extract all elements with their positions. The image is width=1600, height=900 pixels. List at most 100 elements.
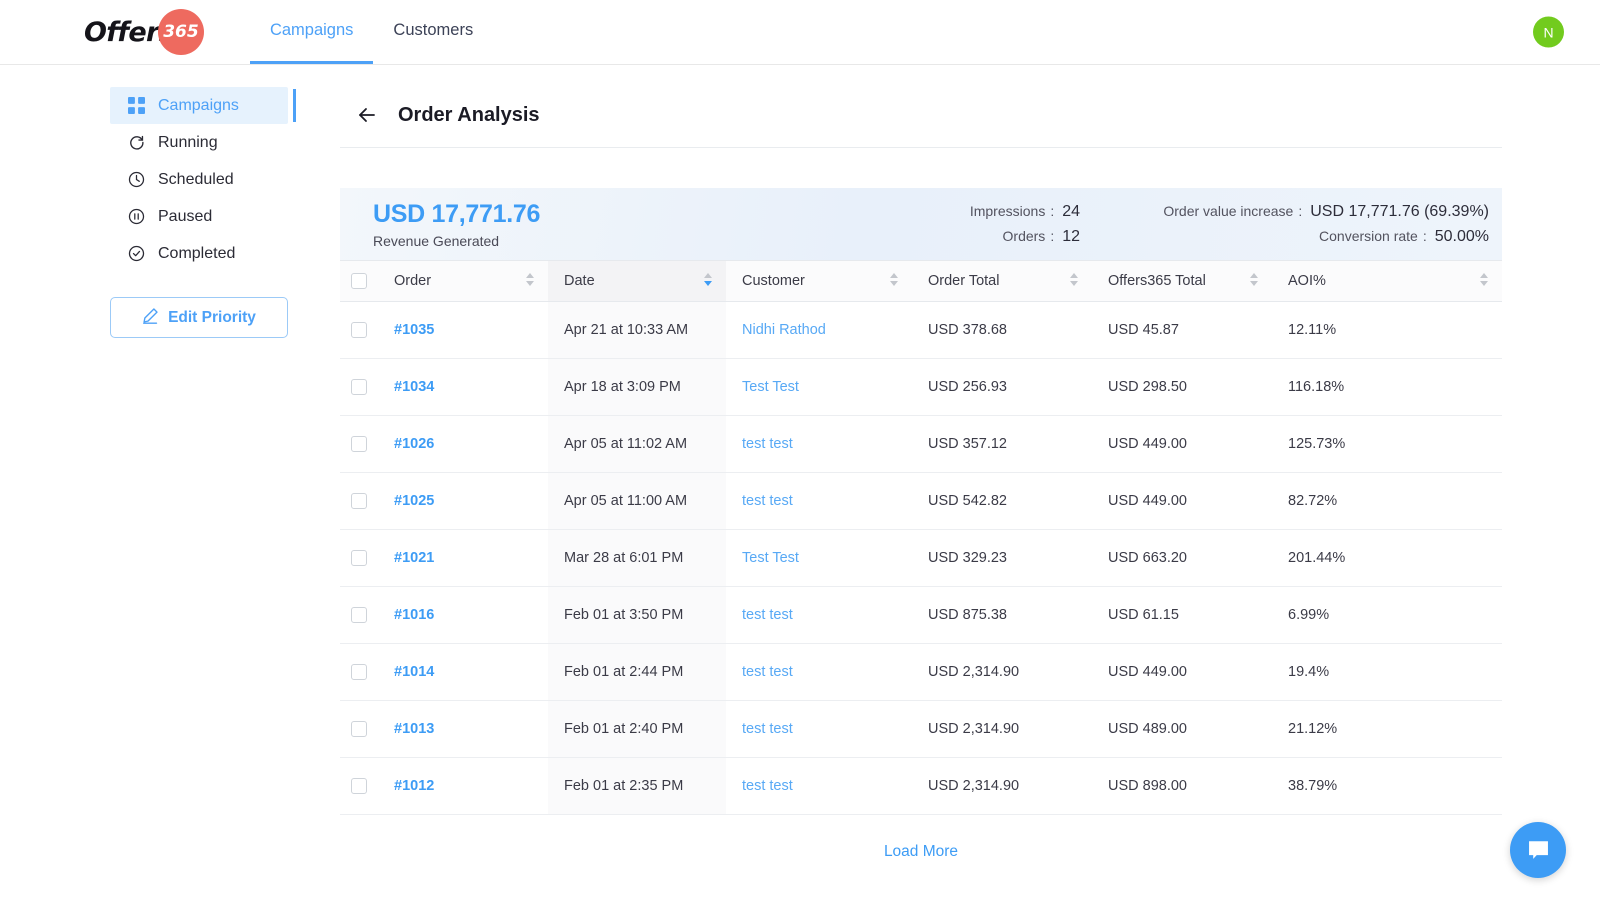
brand-logo[interactable]: Offers 365 [84,0,204,64]
order-link[interactable]: #1025 [394,493,434,509]
cell-order-total: USD 542.82 [912,472,1092,529]
row-select-cell [340,586,378,643]
main-content: Order Analysis USD 17,771.76 Revenue Gen… [340,65,1600,900]
column-header-customer[interactable]: Customer [726,261,912,301]
cell-customer: test test [726,700,912,757]
sidebar-item-campaigns[interactable]: Campaigns [110,87,288,124]
table-row[interactable]: #1035Apr 21 at 10:33 AMNidhi RathodUSD 3… [340,301,1502,358]
sort-toggle-order-total[interactable] [1069,273,1078,289]
sort-toggle-aoi[interactable] [1479,273,1488,289]
row-checkbox[interactable] [351,664,367,680]
load-more-button[interactable]: Load More [340,815,1502,861]
customer-link[interactable]: test test [742,493,793,509]
table-row[interactable]: #1014 Feb 01 at 2:44 PM test test USD 2,314… [340,643,1502,700]
column-header-date[interactable]: Date [548,261,726,301]
column-header-aoi[interactable]: AOI% [1272,261,1502,301]
column-header-offers365-total[interactable]: Offers365 Total [1092,261,1272,301]
customer-link[interactable]: Nidhi Rathod [742,322,826,338]
cell-offers365-total: USD 449.00 [1092,472,1272,529]
cell-order-total: USD 2,314.90 [912,643,1092,700]
sort-toggle-customer[interactable] [889,273,898,289]
row-select-cell [340,472,378,529]
row-checkbox[interactable] [351,322,367,338]
chat-bubble-icon[interactable] [1510,822,1566,878]
customer-link[interactable]: test test [742,721,793,737]
table-row[interactable]: #1025Apr 05 at 11:00 AMtest testUSD 542.… [340,472,1502,529]
avatar[interactable]: N [1533,17,1564,48]
table-row[interactable]: #1026Apr 05 at 11:02 AMtest testUSD 357.… [340,415,1502,472]
sidebar-item-completed[interactable]: Completed [110,235,288,272]
cell-customer: test test [726,472,912,529]
column-header-order[interactable]: Order [378,261,548,301]
order-link[interactable]: #1034 [394,379,434,395]
cell-offers365-total: USD 489.00 [1092,700,1272,757]
order-link[interactable]: #1021 [394,550,434,566]
order-link[interactable]: #1026 [394,436,434,452]
customer-link[interactable]: test test [742,664,793,680]
cell-date: Feb 01 at 2:44 PM [548,643,726,700]
column-label: AOI% [1288,273,1326,289]
tab-campaigns[interactable]: Campaigns [250,0,373,64]
order-link[interactable]: #1016 [394,607,434,623]
row-checkbox[interactable] [351,436,367,452]
select-all-checkbox[interactable] [351,273,367,289]
customer-link[interactable]: test test [742,607,793,623]
customer-link[interactable]: Test Test [742,379,799,395]
order-link[interactable]: #1012 [394,778,434,794]
cell-customer: test test [726,586,912,643]
cell-date: Apr 05 at 11:02 AM [548,415,726,472]
customer-link[interactable]: Test Test [742,550,799,566]
sort-toggle-offers365-total[interactable] [1249,273,1258,289]
stat-separator: : [1298,203,1302,219]
table-row[interactable]: #1034Apr 18 at 3:09 PMTest TestUSD 256.9… [340,358,1502,415]
page-title: Order Analysis [398,104,540,127]
arrow-left-icon[interactable] [356,104,378,126]
table-row[interactable]: #1013Feb 01 at 2:40 PMtest testUSD 2,314… [340,700,1502,757]
cell-order-total: USD 2,314.90 [912,757,1092,814]
sort-toggle-date[interactable] [703,273,712,289]
row-checkbox[interactable] [351,607,367,623]
sidebar-item-scheduled[interactable]: Scheduled [110,161,288,198]
impressions-value: 24 [1062,203,1080,221]
row-checkbox[interactable] [351,778,367,794]
row-select-cell [340,358,378,415]
sidebar-item-label: Paused [158,208,212,226]
cell-date: Apr 18 at 3:09 PM [548,358,726,415]
orders-table: Order Date Customer Order Total [340,261,1502,815]
sidebar-item-paused[interactable]: Paused [110,198,288,235]
summary-stats-bar: USD 17,771.76 Revenue Generated Impressi… [340,188,1502,261]
table-row[interactable]: #1012 Feb 01 at 2:35 PM test test USD 2,314… [340,757,1502,814]
cell-date: Feb 01 at 2:35 PM [548,757,726,814]
customer-link[interactable]: test test [742,778,793,794]
row-checkbox[interactable] [351,721,367,737]
cell-date: Feb 01 at 2:40 PM [548,700,726,757]
sidebar-item-label: Running [158,134,218,152]
orders-label: Orders [1003,228,1046,244]
sidebar-item-running[interactable]: Running [110,124,288,161]
table-row[interactable]: #1016Feb 01 at 3:50 PMtest testUSD 875.3… [340,586,1502,643]
table-row[interactable]: #1021Mar 28 at 6:01 PMTest TestUSD 329.2… [340,529,1502,586]
column-header-order-total[interactable]: Order Total [912,261,1092,301]
column-label: Order [394,273,431,289]
order-link[interactable]: #1013 [394,721,434,737]
page-header: Order Analysis [340,87,1502,143]
order-link[interactable]: #1035 [394,322,434,338]
row-checkbox[interactable] [351,550,367,566]
cell-order-total: USD 875.38 [912,586,1092,643]
edit-priority-button[interactable]: Edit Priority [110,297,288,338]
edit-priority-label: Edit Priority [168,309,256,327]
check-circle-icon [128,245,145,262]
customer-link[interactable]: test test [742,436,793,452]
tab-customers[interactable]: Customers [373,0,493,64]
cell-order: #1021 [378,529,548,586]
cell-aoi: 82.72% [1272,472,1502,529]
impressions-stat: Impressions : 24 [740,203,1080,221]
row-checkbox[interactable] [351,493,367,509]
cell-aoi: 6.99% [1272,586,1502,643]
pause-circle-icon [128,208,145,225]
row-checkbox[interactable] [351,379,367,395]
order-link[interactable]: #1014 [394,664,434,680]
sidebar-item-label: Campaigns [158,97,239,115]
sort-toggle-order[interactable] [525,273,534,289]
cell-offers365-total: USD 663.20 [1092,529,1272,586]
